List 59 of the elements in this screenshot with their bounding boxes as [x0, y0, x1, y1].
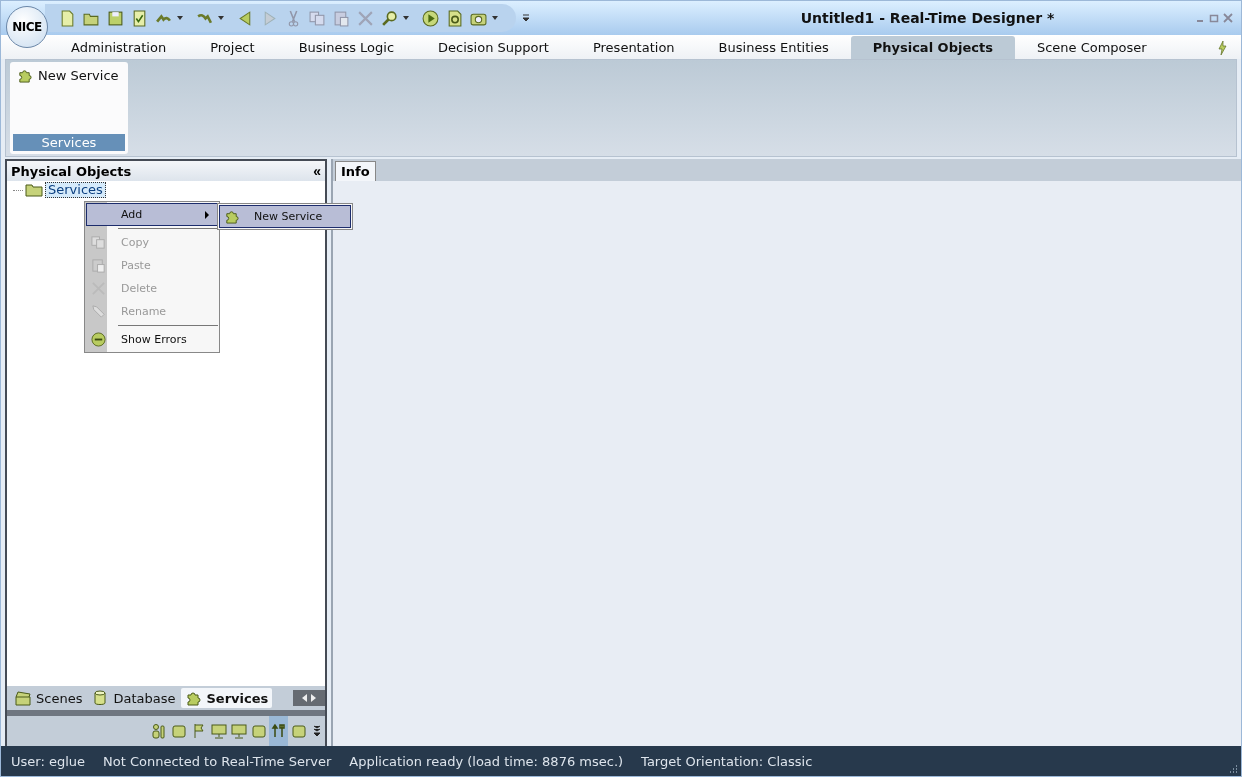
panel-tab[interactable]: Scenes [11, 688, 87, 708]
overflow-icon[interactable] [313, 725, 321, 737]
ribbon-tab[interactable]: Presentation [570, 36, 697, 59]
ribbon-tab[interactable]: Physical Objects [850, 36, 1015, 59]
submenu-arrow-icon [205, 210, 209, 219]
new-service-button[interactable]: New Service [13, 66, 123, 85]
delete-icon[interactable] [357, 9, 374, 27]
ribbon-tab[interactable]: Administration [49, 36, 189, 59]
collapse-button[interactable]: « [313, 163, 321, 179]
panel-tab[interactable]: Info [335, 161, 376, 181]
play-icon[interactable] [422, 9, 439, 27]
tab-scroll-buttons[interactable] [293, 690, 325, 706]
caret-icon[interactable] [177, 16, 183, 20]
status-text: User: eglue [11, 753, 85, 769]
paste-icon [90, 258, 106, 273]
floppy-icon[interactable] [107, 9, 124, 27]
clapperboard-icon [15, 690, 31, 706]
lightning-icon[interactable] [1217, 40, 1227, 56]
new-document-icon[interactable] [59, 9, 76, 27]
panel-tab[interactable]: Database [88, 688, 180, 708]
delete-icon [90, 281, 106, 296]
status-text: Target Orientation: Classic [641, 753, 813, 769]
tools-icon[interactable] [269, 716, 288, 746]
tree-item[interactable]: Services [45, 182, 106, 199]
ribbon-tab[interactable]: Project [188, 36, 277, 59]
status-text: Application ready (load time: 8876 msec.) [349, 753, 624, 769]
app-logo[interactable]: NICE [6, 6, 48, 48]
menu-item[interactable]: New Service [219, 205, 351, 228]
cylinder-icon [92, 690, 109, 706]
group-label: Services [13, 134, 125, 151]
ribbon-tab[interactable]: Scene Composer [1014, 36, 1169, 59]
copy-icon [90, 235, 106, 250]
ribbon-tab[interactable]: Business Logic [276, 36, 417, 59]
search-icon[interactable] [381, 9, 398, 27]
ribbon-tab[interactable]: Decision Support [416, 36, 571, 59]
panel-title: Physical Objects [11, 163, 132, 179]
checked-document-icon[interactable] [131, 9, 148, 27]
ribbon-tab[interactable]: Business Entities [696, 36, 851, 59]
caret-icon[interactable] [218, 16, 224, 20]
resize-grip-icon[interactable] [1228, 764, 1238, 774]
puzzle-icon [185, 690, 202, 706]
menu-item[interactable]: Show Errors [86, 328, 218, 351]
status-text: Not Connected to Real-Time Server [103, 753, 332, 769]
overflow-icon[interactable] [522, 14, 530, 22]
error-icon [90, 332, 106, 347]
close-icon[interactable] [1223, 13, 1233, 23]
tag-icon [90, 304, 106, 319]
caret-icon[interactable] [403, 16, 409, 20]
panel-tab[interactable]: Services [181, 688, 273, 708]
paste-icon[interactable] [333, 9, 350, 27]
folder-icon [25, 183, 43, 198]
window-title: Untitled1 - Real-Time Designer * [799, 10, 1056, 26]
copy-icon[interactable] [309, 9, 326, 27]
splitter-grip[interactable] [7, 710, 325, 716]
puzzle-icon [17, 68, 32, 83]
caret-icon[interactable] [492, 16, 498, 20]
puzzle-icon [223, 209, 239, 224]
menu-item[interactable]: Add [86, 203, 218, 226]
maximize-icon[interactable] [1209, 13, 1219, 23]
